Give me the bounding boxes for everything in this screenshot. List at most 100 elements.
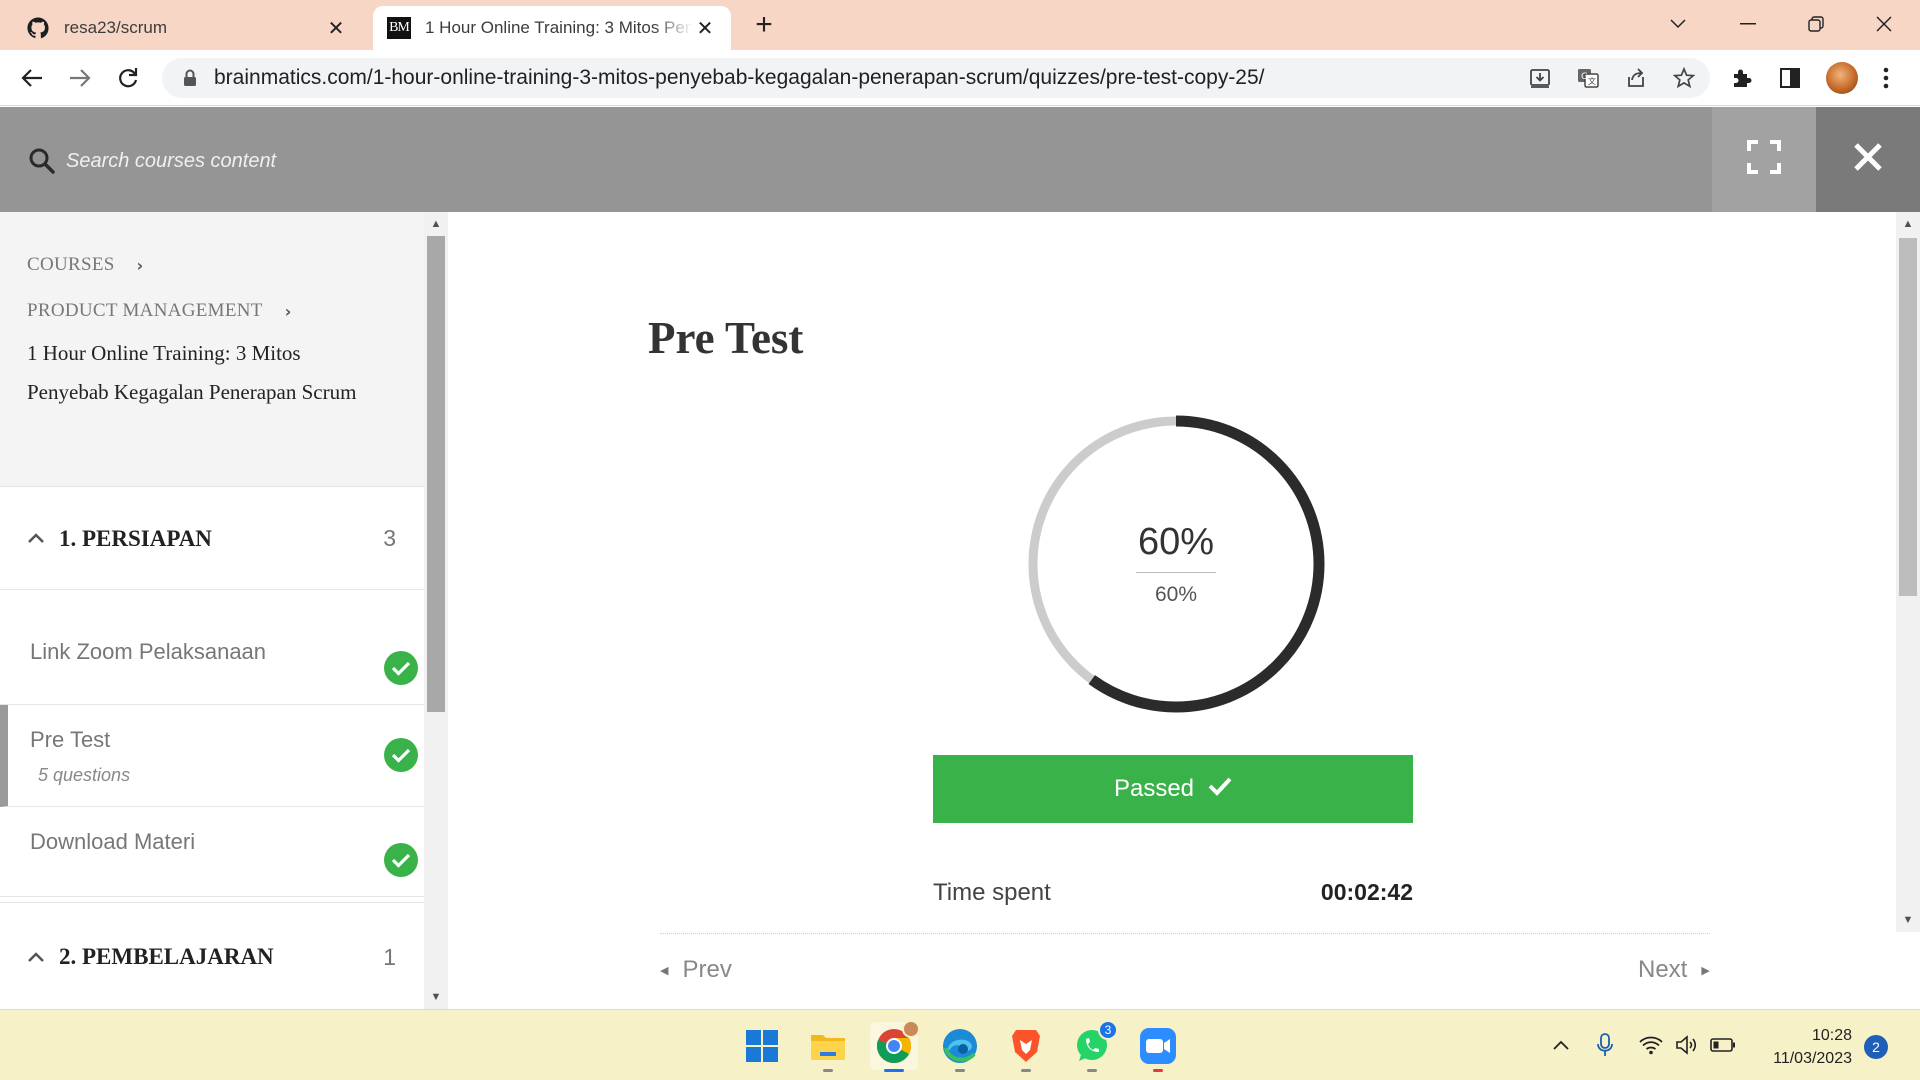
browser-tab-bar: resa23/scrum ✕ BM 1 Hour Online Training…	[0, 0, 1920, 50]
course-title: 1 Hour Online Training: 3 Mitos Penyebab…	[27, 341, 357, 404]
time-spent-label: Time spent	[933, 879, 1051, 906]
section-title: 2. PEMBELAJARAN	[59, 944, 274, 969]
section-count: 1	[383, 943, 396, 970]
new-tab-button[interactable]: +	[748, 10, 780, 42]
lock-icon[interactable]	[180, 68, 200, 88]
sidebar-scrollbar[interactable]: ▲ ▼	[424, 212, 448, 1009]
browser-toolbar: brainmatics.com/1-hour-online-training-3…	[0, 50, 1920, 106]
prev-lesson-link[interactable]: ◀ Prev	[660, 956, 732, 984]
forward-icon[interactable]	[62, 60, 98, 96]
section-header-pembelajaran[interactable]: 2. PEMBELAJARAN 1	[0, 902, 424, 1009]
volume-icon[interactable]	[1672, 1030, 1702, 1060]
tab-brainmatics[interactable]: BM 1 Hour Online Training: 3 Mitos Penye…	[373, 6, 731, 50]
chevron-up-icon	[27, 528, 49, 549]
caret-right-icon: ▶	[1701, 964, 1710, 977]
completed-check-icon	[384, 738, 418, 772]
system-clock[interactable]: 10:28 11/03/2023	[1752, 1024, 1852, 1070]
tab-github[interactable]: resa23/scrum ✕	[12, 6, 362, 50]
chevron-right-icon: ›	[136, 255, 144, 275]
clock-date: 11/03/2023	[1773, 1050, 1852, 1067]
side-panel-icon[interactable]	[1776, 64, 1804, 92]
next-lesson-link[interactable]: Next ▶	[1638, 956, 1710, 984]
tray-overflow-chevron-icon[interactable]	[1546, 1030, 1576, 1060]
lesson-item-download-materi[interactable]: Download Materi	[0, 807, 424, 897]
lesson-title: Download Materi	[30, 829, 196, 854]
completed-check-icon	[384, 843, 418, 877]
lesson-item-link-zoom[interactable]: Link Zoom Pelaksanaan	[0, 615, 424, 705]
section-title: 1. PERSIAPAN	[59, 525, 212, 551]
nav-divider	[660, 933, 1710, 934]
chrome-icon[interactable]	[870, 1020, 920, 1072]
passed-status-button[interactable]: Passed	[933, 755, 1413, 823]
lesson-title: Pre Test	[30, 727, 111, 752]
profile-avatar[interactable]	[1826, 62, 1858, 94]
share-icon[interactable]	[1624, 66, 1648, 90]
back-icon[interactable]	[14, 60, 50, 96]
close-window-icon[interactable]	[1862, 8, 1906, 40]
extensions-icon[interactable]	[1728, 64, 1756, 92]
github-icon	[26, 16, 50, 40]
windows-taskbar: 3 10:28 11/03/2023 2	[0, 1009, 1920, 1080]
course-info: COURSES › PRODUCT MANAGEMENT › 1 Hour On…	[0, 212, 424, 487]
notification-badge[interactable]: 2	[1864, 1035, 1888, 1059]
address-bar[interactable]: brainmatics.com/1-hour-online-training-3…	[162, 58, 1710, 98]
result-ring-label: 60% 60%	[1021, 409, 1331, 719]
scroll-up-arrow-icon[interactable]: ▲	[424, 214, 448, 234]
quiz-result-panel: Pre Test 60% 60% Passed Time spent 00:02…	[448, 212, 1896, 1009]
time-spent-value: 00:02:42	[1320, 879, 1413, 905]
caret-left-icon: ◀	[660, 964, 669, 977]
bookmark-star-icon[interactable]	[1672, 66, 1696, 90]
restore-icon[interactable]	[1794, 8, 1838, 40]
close-tab-icon[interactable]: ✕	[693, 16, 717, 40]
content-scrollbar[interactable]: ▲ ▼	[1896, 212, 1920, 932]
url-text[interactable]: brainmatics.com/1-hour-online-training-3…	[214, 66, 1265, 90]
svg-text:文: 文	[1588, 76, 1596, 86]
brave-icon[interactable]	[1002, 1022, 1050, 1072]
checkmark-icon	[1208, 775, 1232, 803]
microphone-icon[interactable]	[1590, 1030, 1620, 1060]
menu-kebab-icon[interactable]	[1872, 64, 1900, 92]
search-courses-input[interactable]	[66, 143, 666, 179]
lesson-title: Link Zoom Pelaksanaan	[30, 639, 267, 664]
close-icon	[1853, 142, 1883, 177]
lesson-item-pre-test[interactable]: Pre Test 5 questions	[0, 705, 424, 807]
reload-icon[interactable]	[110, 60, 146, 96]
scroll-up-arrow-icon[interactable]: ▲	[1896, 214, 1920, 234]
battery-icon[interactable]	[1708, 1030, 1738, 1060]
result-percent: 60%	[1136, 521, 1216, 573]
search-icon[interactable]	[28, 147, 56, 175]
section-count: 3	[383, 525, 396, 551]
windows-start-icon[interactable]	[738, 1022, 786, 1070]
wifi-icon[interactable]	[1636, 1030, 1666, 1060]
translate-icon[interactable]: G文	[1576, 66, 1600, 90]
content-scroll-thumb[interactable]	[1899, 238, 1917, 596]
whatsapp-icon[interactable]: 3	[1068, 1020, 1118, 1072]
edge-icon[interactable]	[936, 1022, 984, 1072]
quiz-title: Pre Test	[648, 313, 804, 363]
tab-search-icon[interactable]	[1656, 8, 1700, 40]
minimize-icon[interactable]	[1726, 8, 1770, 40]
fullscreen-icon	[1747, 140, 1781, 179]
breadcrumb-category[interactable]: PRODUCT MANAGEMENT ›	[27, 300, 292, 322]
section-header-persiapan[interactable]: 1. PERSIAPAN 3	[0, 488, 424, 590]
file-explorer-icon[interactable]	[804, 1022, 852, 1072]
course-header	[0, 107, 1920, 212]
close-tab-icon[interactable]: ✕	[324, 16, 348, 40]
scroll-down-arrow-icon[interactable]: ▼	[424, 987, 448, 1007]
course-curriculum-sidebar: COURSES › PRODUCT MANAGEMENT › 1 Hour On…	[0, 212, 424, 1009]
install-icon[interactable]	[1528, 66, 1552, 90]
sidebar-scroll-thumb[interactable]	[427, 236, 445, 712]
scroll-down-arrow-icon[interactable]: ▼	[1896, 910, 1920, 930]
passing-percent: 60%	[1154, 583, 1198, 606]
breadcrumb-courses[interactable]: COURSES ›	[27, 254, 144, 276]
svg-text:G: G	[1581, 72, 1588, 82]
whatsapp-badge: 3	[1098, 1020, 1118, 1040]
chevron-up-icon	[27, 947, 49, 968]
close-course-button[interactable]	[1816, 107, 1920, 212]
fullscreen-button[interactable]	[1712, 107, 1816, 212]
tab-title: 1 Hour Online Training: 3 Mitos Penyebab	[425, 18, 693, 37]
lesson-meta: 5 questions	[38, 765, 131, 785]
chevron-right-icon: ›	[284, 301, 292, 321]
completed-check-icon	[384, 651, 418, 685]
zoom-icon[interactable]	[1134, 1022, 1182, 1072]
